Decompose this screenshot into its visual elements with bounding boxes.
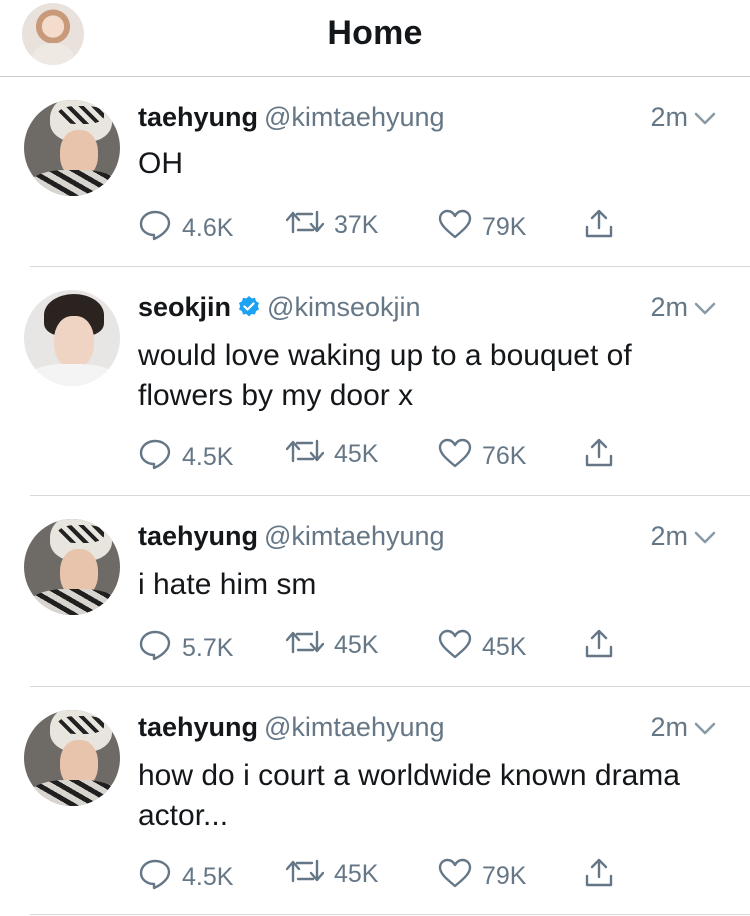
retweet-button[interactable]: 37K [285,209,379,242]
page-title: Home [327,14,423,52]
display-name[interactable]: seokjin [138,292,231,322]
avatar[interactable] [24,290,120,386]
verified-badge-icon [237,295,261,326]
share-icon [584,858,614,895]
reply-count: 5.7K [182,634,234,662]
share-button[interactable] [584,629,614,666]
reply-icon [138,858,172,897]
tweet-text: would love waking up to a bouquet of flo… [138,339,632,412]
like-button[interactable]: 76K [438,438,526,475]
share-icon [584,209,614,246]
tweet[interactable]: taehyung @kimtaehyung 2m i hate him sm 5.… [0,495,750,687]
handle[interactable]: @kimtaehyung [264,521,445,551]
retweet-button[interactable]: 45K [285,438,379,471]
retweet-count: 45K [334,860,379,888]
like-count: 79K [482,862,527,890]
heart-icon [438,209,472,246]
like-button[interactable]: 79K [438,858,526,895]
tweet-text: how do i court a worldwide known drama a… [138,759,680,832]
chevron-down-icon[interactable] [694,292,716,323]
reply-button[interactable]: 4.5K [138,438,233,477]
retweet-icon [285,629,325,662]
handle[interactable]: @kimtaehyung [264,712,445,742]
retweet-icon [285,438,325,471]
top-bar: Home [0,0,750,77]
share-button[interactable] [584,858,614,895]
reply-count: 4.5K [182,863,234,891]
reply-icon [138,438,172,477]
avatar[interactable] [24,710,120,806]
reply-button[interactable]: 5.7K [138,629,233,668]
avatar[interactable] [24,519,120,615]
like-count: 45K [482,633,527,661]
reply-button[interactable]: 4.5K [138,858,233,897]
divider [30,914,750,915]
tweet[interactable]: taehyung @kimtaehyung 2m how do i court a… [0,686,750,915]
handle[interactable]: @kimseokjin [267,292,420,322]
share-icon [584,438,614,475]
timestamp: 2m [650,521,688,551]
heart-icon [438,629,472,666]
retweet-icon [285,858,325,891]
retweet-count: 45K [334,631,379,659]
display-name[interactable]: taehyung [138,102,258,132]
chevron-down-icon[interactable] [694,712,716,743]
retweet-button[interactable]: 45K [285,629,379,662]
share-button[interactable] [584,209,614,246]
retweet-count: 45K [334,440,379,468]
reply-count: 4.5K [182,443,234,471]
chevron-down-icon[interactable] [694,102,716,133]
handle[interactable]: @kimtaehyung [264,102,445,132]
reply-icon [138,209,172,248]
reply-count: 4.6K [182,214,234,242]
retweet-button[interactable]: 45K [285,858,379,891]
display-name[interactable]: taehyung [138,712,258,742]
timestamp: 2m [650,102,688,132]
tweet-text: i hate him sm [138,568,317,601]
share-button[interactable] [584,438,614,475]
timestamp: 2m [650,292,688,322]
like-button[interactable]: 45K [438,629,526,666]
reply-button[interactable]: 4.6K [138,209,233,248]
reply-icon [138,629,172,668]
retweet-count: 37K [334,211,379,239]
like-button[interactable]: 79K [438,209,526,246]
heart-icon [438,438,472,475]
avatar[interactable] [24,100,120,196]
tweet[interactable]: taehyung @kimtaehyung 2m OH 4.6K 37K 79K [0,76,750,267]
share-icon [584,629,614,666]
timestamp: 2m [650,712,688,742]
tweet-text: OH [138,147,183,180]
retweet-icon [285,209,325,242]
display-name[interactable]: taehyung [138,521,258,551]
like-count: 79K [482,213,527,241]
like-count: 76K [482,442,527,470]
tweet[interactable]: seokjin @kimseokjin 2m would love waking … [0,266,750,496]
heart-icon [438,858,472,895]
chevron-down-icon[interactable] [694,521,716,552]
